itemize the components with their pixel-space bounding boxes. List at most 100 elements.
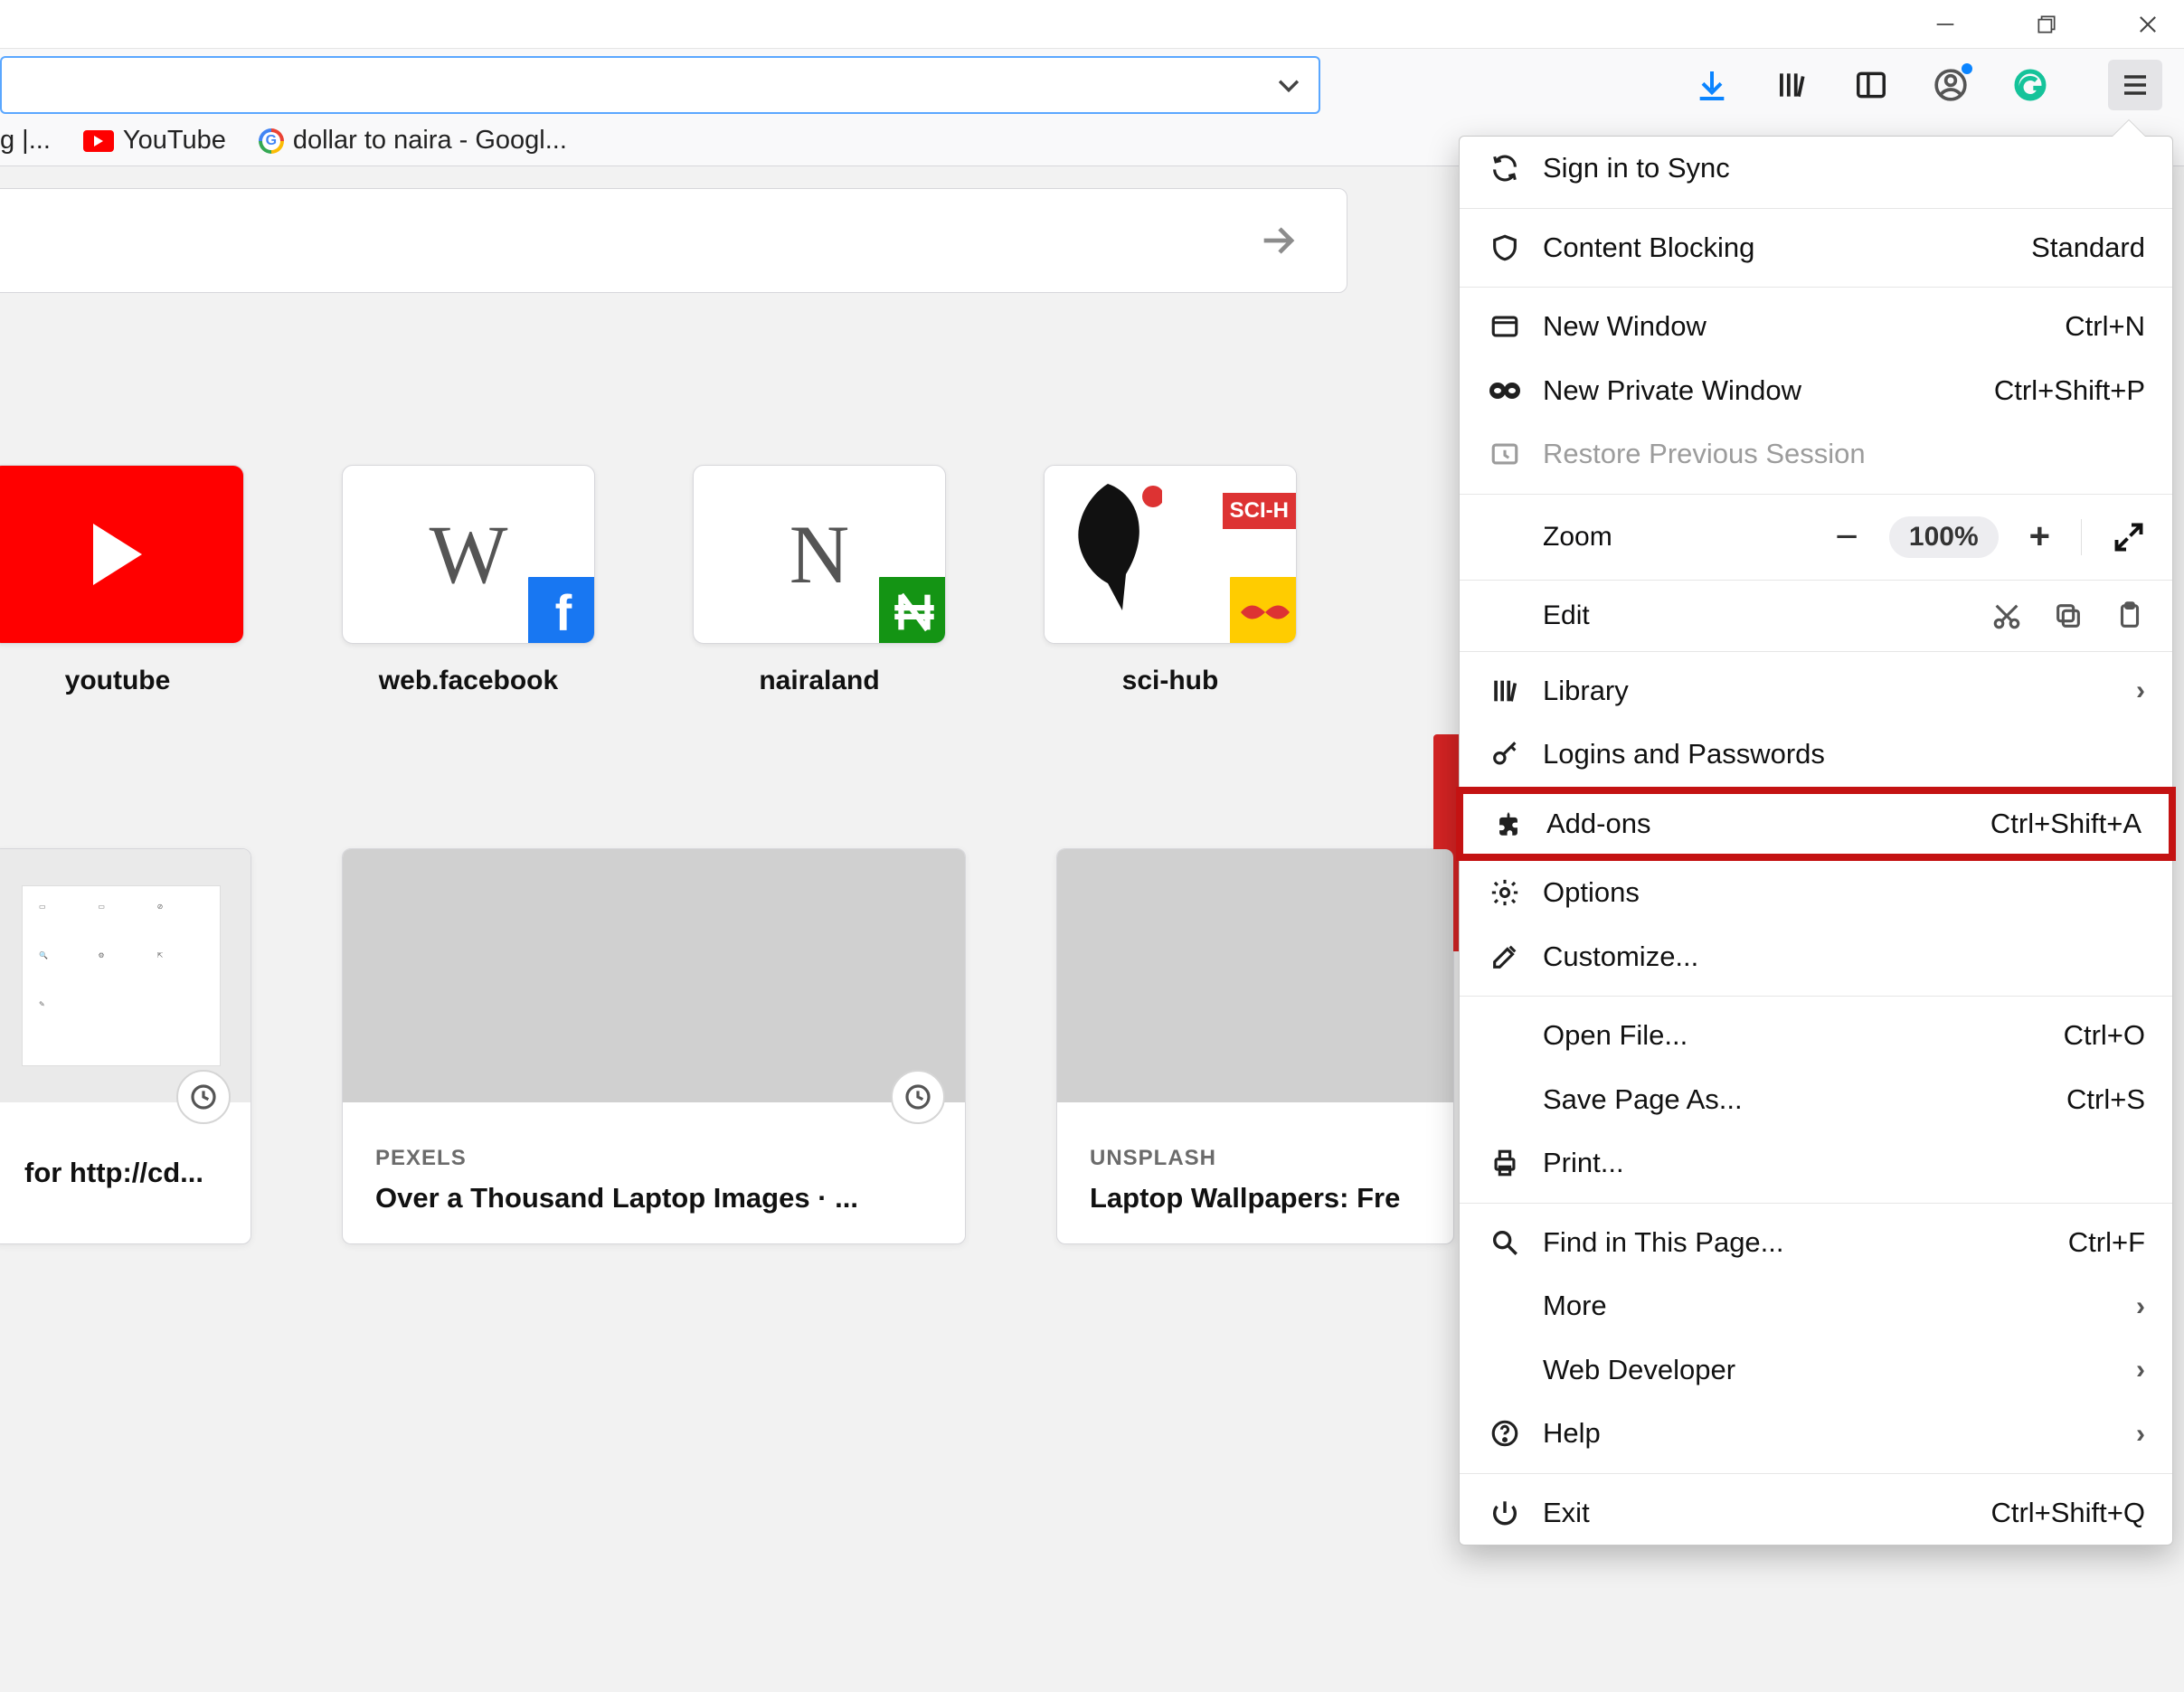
menu-edit-row: · Edit: [1460, 588, 2172, 644]
zoom-in-button[interactable]: +: [2029, 516, 2050, 557]
top-site-nairaland[interactable]: N nairaland: [693, 465, 946, 696]
tile-letter: N: [789, 506, 849, 602]
history-icon: [891, 1070, 945, 1124]
menu-label: More: [1543, 1285, 2116, 1328]
bookmark-item-truncated[interactable]: g |...: [0, 126, 51, 156]
menu-content-blocking[interactable]: Content Blocking Standard: [1460, 216, 2172, 280]
menu-help[interactable]: Help ›: [1460, 1402, 2172, 1466]
library-button[interactable]: [1772, 65, 1811, 105]
menu-label: Customize...: [1543, 936, 2145, 978]
menu-label: Find in This Page...: [1543, 1222, 2048, 1264]
menu-options[interactable]: Options: [1460, 861, 2172, 925]
menu-label: Open File...: [1543, 1015, 2044, 1057]
menu-logins[interactable]: Logins and Passwords: [1460, 723, 2172, 787]
menu-label: Save Page As...: [1543, 1079, 2047, 1121]
menu-addons[interactable]: Add-ons Ctrl+Shift+A: [1463, 794, 2169, 855]
card-thumbnail: ▭▭⊘ 🔍⚙⇱ ✎: [0, 849, 251, 1102]
menu-separator: [1460, 996, 2172, 997]
menu-sign-in-to-sync[interactable]: Sign in to Sync: [1460, 137, 2172, 201]
card-thumbnail: [1057, 849, 1453, 1102]
copy-button[interactable]: [2053, 600, 2084, 631]
menu-label: Zoom: [1543, 522, 1688, 553]
grammarly-button[interactable]: [2010, 65, 2050, 105]
history-icon: [176, 1070, 231, 1124]
card-kicker: UNSPLASH: [1090, 1146, 1421, 1171]
menu-print[interactable]: Print...: [1460, 1131, 2172, 1196]
gear-icon: [1487, 877, 1523, 908]
menu-new-window[interactable]: New Window Ctrl+N: [1460, 295, 2172, 359]
key-icon: [1487, 739, 1523, 770]
menu-library[interactable]: Library ›: [1460, 659, 2172, 723]
close-icon: [2135, 12, 2160, 37]
google-icon: G: [259, 128, 284, 154]
menu-exit[interactable]: Exit Ctrl+Shift+Q: [1460, 1481, 2172, 1545]
puzzle-icon: [1490, 808, 1527, 839]
facebook-icon: f: [525, 574, 595, 644]
menu-separator: [1460, 580, 2172, 581]
menu-web-developer[interactable]: · Web Developer ›: [1460, 1338, 2172, 1403]
top-site-scihub[interactable]: SCI-H sci-hub: [1044, 465, 1297, 696]
bookmark-label: dollar to naira - Googl...: [293, 126, 567, 156]
menu-shortcut: Ctrl+Shift+P: [1994, 370, 2145, 412]
menu-save-page-as[interactable]: · Save Page As... Ctrl+S: [1460, 1068, 2172, 1132]
bookmark-item-google[interactable]: G dollar to naira - Googl...: [259, 126, 567, 156]
menu-more[interactable]: · More ›: [1460, 1274, 2172, 1338]
menu-separator: [1460, 287, 2172, 288]
url-bar[interactable]: [0, 56, 1320, 114]
window-maximize-button[interactable]: [2028, 8, 2065, 41]
app-menu-button[interactable]: [2108, 60, 2162, 110]
restore-icon: [1487, 439, 1523, 469]
divider: [2081, 519, 2082, 555]
menu-separator: [1460, 1473, 2172, 1474]
menu-customize[interactable]: Customize...: [1460, 925, 2172, 989]
cut-button[interactable]: [1991, 600, 2022, 631]
menu-label: Exit: [1543, 1492, 1971, 1535]
chevron-right-icon: ›: [2136, 1286, 2145, 1327]
urlbar-history-dropdown-icon[interactable]: [1273, 70, 1304, 100]
window-close-button[interactable]: [2130, 8, 2166, 41]
toolbar-actions: [1692, 60, 2173, 110]
card-title: Over a Thousand Laptop Images · ...: [375, 1180, 932, 1216]
eye-icon: [1227, 574, 1297, 644]
account-button[interactable]: [1931, 65, 1971, 105]
menu-label: Sign in to Sync: [1543, 147, 2145, 190]
menu-label: Web Developer: [1543, 1349, 2116, 1392]
app-menu-panel: Sign in to Sync Content Blocking Standar…: [1459, 136, 2173, 1545]
zoom-level[interactable]: 100%: [1889, 516, 1999, 558]
menu-shortcut: Ctrl+Shift+A: [1990, 803, 2141, 846]
menu-label: New Window: [1543, 306, 2045, 348]
top-site-youtube[interactable]: youtube: [0, 465, 244, 696]
menu-shortcut: Ctrl+O: [2064, 1015, 2145, 1057]
highlight-card-1[interactable]: ▭▭⊘ 🔍⚙⇱ ✎ for http://cd...: [0, 848, 251, 1244]
highlight-card-3[interactable]: UNSPLASH Laptop Wallpapers: Fre: [1056, 848, 1454, 1244]
zoom-out-button[interactable]: −: [1835, 515, 1858, 560]
card-kicker: PEXELS: [375, 1146, 932, 1171]
menu-new-private-window[interactable]: New Private Window Ctrl+Shift+P: [1460, 359, 2172, 423]
paste-button[interactable]: [2114, 600, 2145, 631]
youtube-logo-icon: [0, 465, 243, 644]
menu-label: Options: [1543, 872, 2145, 914]
card-title: for http://cd...: [24, 1155, 218, 1191]
search-submit-icon[interactable]: [1256, 217, 1303, 264]
highlight-card-2[interactable]: PEXELS Over a Thousand Laptop Images · .…: [342, 848, 966, 1244]
naira-icon: [876, 574, 946, 644]
raven-icon: [1054, 475, 1162, 619]
bookmark-label: g |...: [0, 126, 51, 156]
window-minimize-button[interactable]: [1927, 8, 1963, 41]
window-titlebar: [0, 0, 2184, 49]
fullscreen-button[interactable]: [2113, 521, 2145, 553]
bookmark-item-youtube[interactable]: YouTube: [83, 126, 226, 156]
downloads-button[interactable]: [1692, 65, 1732, 105]
top-site-facebook[interactable]: W f web.facebook: [342, 465, 595, 696]
menu-separator: [1460, 494, 2172, 495]
menu-label: Add-ons: [1546, 803, 1971, 846]
menu-find-in-page[interactable]: Find in This Page... Ctrl+F: [1460, 1211, 2172, 1275]
menu-shortcut: Ctrl+S: [2066, 1079, 2145, 1121]
new-tab-search-box[interactable]: [0, 188, 1347, 293]
menu-shortcut: Ctrl+Shift+Q: [1990, 1492, 2145, 1535]
chevron-right-icon: ›: [2136, 670, 2145, 711]
menu-open-file[interactable]: · Open File... Ctrl+O: [1460, 1004, 2172, 1068]
chevron-right-icon: ›: [2136, 1413, 2145, 1454]
menu-separator: [1460, 1203, 2172, 1204]
sidebar-button[interactable]: [1851, 65, 1891, 105]
